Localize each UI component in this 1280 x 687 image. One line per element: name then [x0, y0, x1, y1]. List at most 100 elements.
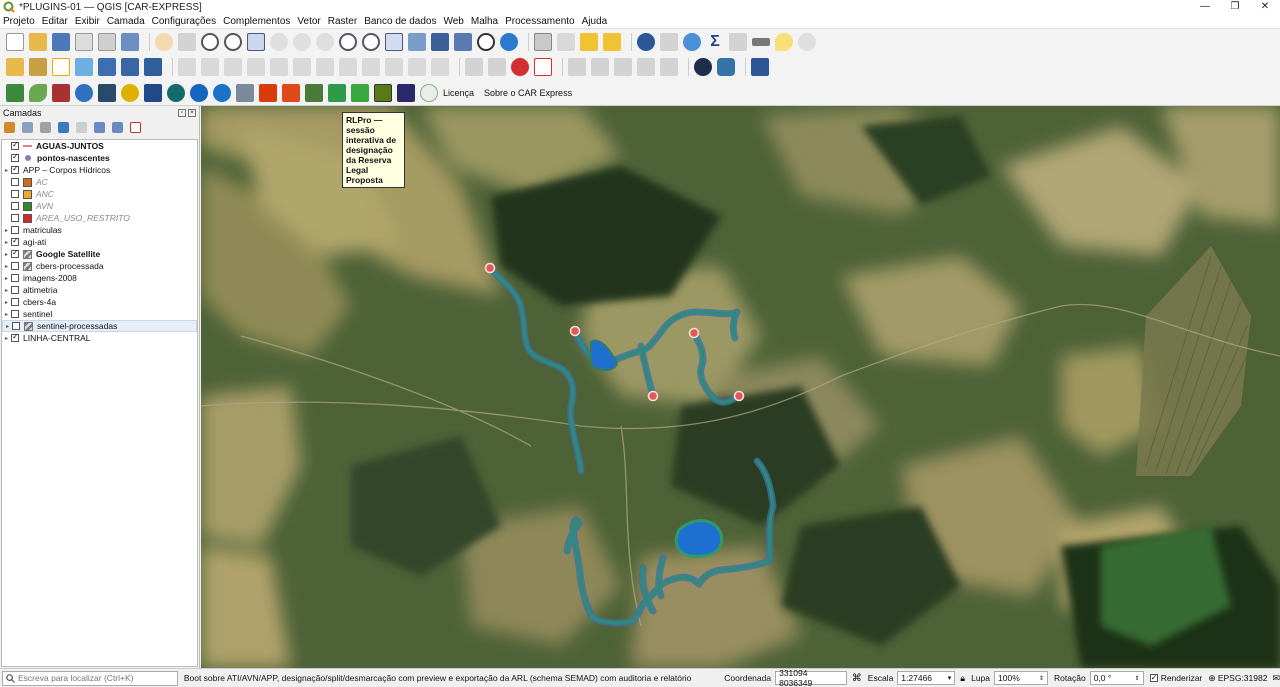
layer-visibility-checkbox[interactable]: [11, 226, 19, 234]
layer-row[interactable]: AC: [2, 176, 197, 188]
zoom-native-icon[interactable]: [316, 32, 334, 51]
expand-arrow-icon[interactable]: ▸: [2, 335, 11, 342]
expand-arrow-icon[interactable]: ▸: [2, 275, 11, 282]
coordinate-field[interactable]: 331094 8036349: [775, 668, 847, 687]
change-label-icon[interactable]: [637, 58, 655, 76]
float-panel-button[interactable]: ▫: [178, 108, 186, 117]
menu-editar[interactable]: Editar: [42, 16, 68, 27]
toolbox-gear-icon[interactable]: [683, 32, 701, 51]
menu-projeto[interactable]: Projeto: [3, 16, 35, 27]
car-plugin-search-icon[interactable]: [190, 83, 208, 102]
map-canvas[interactable]: [201, 106, 1280, 668]
deselect-features-icon[interactable]: [580, 32, 598, 51]
car-plugin-map-icon[interactable]: [6, 83, 24, 102]
layer-row[interactable]: ▸ cbers-4a: [2, 296, 197, 308]
layer-row[interactable]: ▸ sentinel: [2, 308, 197, 320]
zoom-to-selection-icon[interactable]: [270, 32, 288, 51]
locator-input[interactable]: [18, 673, 168, 683]
layer-visibility-checkbox[interactable]: [11, 286, 19, 294]
layer-visibility-checkbox[interactable]: [11, 298, 19, 306]
expand-arrow-icon[interactable]: ▸: [3, 323, 12, 330]
select-by-location-icon[interactable]: [603, 32, 621, 51]
style-manager-icon[interactable]: [121, 32, 139, 51]
expand-arrow-icon[interactable]: ▸: [2, 287, 11, 294]
car-plugin-earth-icon[interactable]: [213, 83, 231, 102]
spring-point[interactable]: [688, 327, 700, 339]
car-plugin-shield-icon[interactable]: [98, 83, 116, 102]
menu-malha[interactable]: Malha: [471, 16, 498, 27]
spring-point[interactable]: [647, 390, 659, 402]
expand-all-icon[interactable]: [94, 121, 105, 133]
layer-visibility-checkbox[interactable]: [12, 322, 20, 330]
cut-features-icon[interactable]: [339, 58, 357, 76]
expand-arrow-icon[interactable]: ▸: [2, 167, 11, 174]
attribute-table-grid-icon[interactable]: [729, 32, 747, 51]
layout-manager-icon[interactable]: [98, 32, 116, 51]
layer-row[interactable]: AREA_USO_RESTRITO: [2, 212, 197, 224]
car-plugin-fire-icon[interactable]: [259, 83, 277, 102]
menu-exibir[interactable]: Exibir: [75, 16, 100, 27]
menu-ajuda[interactable]: Ajuda: [582, 16, 608, 27]
scale-combo[interactable]: 1:27466 ▾: [897, 671, 956, 685]
current-edits-icon[interactable]: [201, 58, 219, 76]
messages-icon[interactable]: ✉: [1272, 673, 1280, 684]
add-delimited-text-icon[interactable]: [52, 58, 70, 76]
minimize-button[interactable]: —: [1190, 0, 1220, 14]
layer-row[interactable]: ▸ sentinel-processadas: [2, 320, 197, 332]
manage-map-themes-icon[interactable]: [40, 121, 51, 133]
layer-visibility-checkbox[interactable]: [11, 248, 19, 258]
expand-arrow-icon[interactable]: ▸: [2, 299, 11, 306]
close-button[interactable]: ✕: [1250, 0, 1280, 14]
car-plugin-gear-icon[interactable]: [75, 83, 93, 102]
new-project-icon[interactable]: [6, 32, 24, 51]
rotate-label-icon[interactable]: [614, 58, 632, 76]
vertex-tool-icon[interactable]: [270, 58, 288, 76]
new-map-view-icon[interactable]: [385, 32, 403, 51]
layer-visibility-checkbox[interactable]: [11, 274, 19, 282]
layer-visibility-checkbox[interactable]: [11, 164, 19, 174]
layer-visibility-checkbox[interactable]: [11, 214, 19, 222]
filter-expression-icon[interactable]: [76, 121, 87, 133]
layer-row[interactable]: ▸ cbers-processada: [2, 260, 197, 272]
satellite-map[interactable]: [201, 106, 1280, 668]
data-source-manager-icon[interactable]: [6, 58, 24, 76]
zoom-last-icon[interactable]: [339, 32, 357, 51]
filter-legend-icon[interactable]: [58, 121, 69, 133]
undo-icon[interactable]: [408, 58, 426, 76]
expand-arrow-icon[interactable]: ▸: [2, 239, 11, 246]
identify-features-icon[interactable]: [637, 32, 655, 51]
menu-vetor[interactable]: Vetor: [297, 16, 320, 27]
water-body-south[interactable]: [674, 519, 724, 558]
zoom-out-icon[interactable]: [224, 32, 242, 51]
annotation-icon[interactable]: [798, 32, 816, 51]
render-checkbox[interactable]: ✓: [1149, 674, 1158, 682]
new-3d-view-icon[interactable]: [408, 32, 426, 51]
car-plugin-globe-icon[interactable]: [167, 83, 185, 102]
car-plugin-drop-icon[interactable]: [328, 83, 346, 102]
add-group-icon[interactable]: [22, 121, 33, 133]
show-hide-labels-icon[interactable]: [568, 58, 586, 76]
temporal-controller-icon[interactable]: [477, 32, 495, 51]
show-bookmarks-icon[interactable]: [454, 32, 472, 51]
globe-plugin-icon[interactable]: [694, 58, 712, 76]
license-button[interactable]: Licença: [443, 88, 474, 98]
add-raster-layer-icon[interactable]: [121, 58, 139, 76]
locator-bar[interactable]: [2, 670, 178, 686]
pan-hand-icon[interactable]: [155, 32, 173, 51]
open-attribute-table-icon[interactable]: [660, 32, 678, 51]
crs-label[interactable]: EPSG:31982: [1218, 673, 1268, 683]
layer-visibility-checkbox[interactable]: [11, 262, 19, 270]
open-project-icon[interactable]: [29, 32, 47, 51]
layer-visibility-checkbox[interactable]: [11, 178, 19, 186]
layer-row[interactable]: ▸ APP – Corpos Hídricos: [2, 164, 197, 176]
open-layer-styling-icon[interactable]: [4, 121, 15, 133]
label-properties-icon[interactable]: [660, 58, 678, 76]
toggle-extents-icon[interactable]: ⌘: [852, 673, 862, 684]
add-wfs-layer-icon[interactable]: [98, 58, 116, 76]
restore-button[interactable]: ❐: [1220, 0, 1250, 14]
digitize-line-icon[interactable]: [247, 58, 265, 76]
car-plugin-circle-icon[interactable]: [420, 83, 438, 102]
menu-camada[interactable]: Camada: [107, 16, 145, 27]
magnifier-spin[interactable]: 100% ⇕: [994, 671, 1049, 685]
zoom-full-icon[interactable]: [247, 32, 265, 51]
